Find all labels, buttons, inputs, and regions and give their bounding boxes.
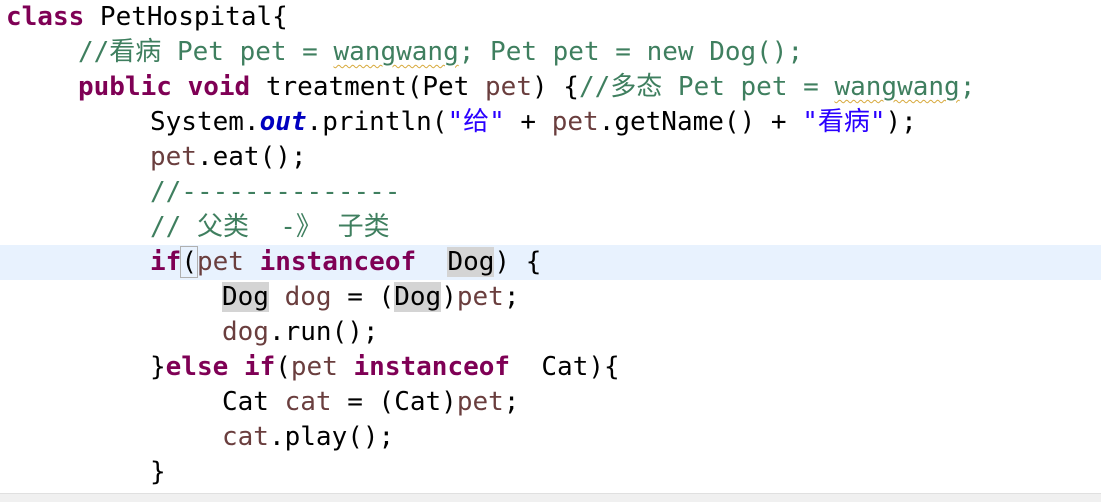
- code-token: );: [885, 107, 917, 137]
- code-token: pet: [456, 282, 504, 312]
- code-token: = (Cat): [331, 387, 457, 417]
- code-token: class: [6, 2, 85, 32]
- line-text: dog.run();: [222, 315, 379, 350]
- code-line[interactable]: public void treatment(Pet pet) {//多态 Pet…: [0, 70, 1101, 105]
- code-line[interactable]: System.out.println("给" + pet.getName() +…: [0, 105, 1101, 140]
- current-line-highlight[interactable]: if(pet instanceof Dog) {: [0, 245, 1101, 280]
- line-text: //--------------: [150, 175, 400, 210]
- horizontal-scrollbar[interactable]: [0, 493, 1101, 502]
- code-line[interactable]: pet.eat();: [0, 140, 1101, 175]
- code-token: Dog: [447, 247, 495, 277]
- code-token: .eat();: [196, 142, 307, 172]
- code-token: ;: [503, 387, 520, 417]
- code-editor[interactable]: class PetHospital{ //看病 Pet pet = wangwa…: [0, 0, 1101, 502]
- code-token: .println(: [306, 107, 448, 137]
- line-text: System.out.println("给" + pet.getName() +…: [150, 105, 917, 140]
- code-token: pet: [485, 72, 532, 102]
- code-token: .run();: [268, 317, 379, 347]
- line-text: }else if(pet instanceof Cat){: [150, 350, 620, 385]
- code-token: treatment(Pet: [250, 72, 486, 102]
- code-token: ) {: [494, 247, 542, 277]
- code-token: Dog: [222, 282, 269, 312]
- line-text: }: [150, 455, 166, 490]
- line-text: cat.play();: [222, 420, 394, 455]
- code-token: if: [243, 352, 276, 382]
- code-token: Cat){: [510, 352, 620, 382]
- line-text: Cat cat = (Cat)pet;: [222, 385, 519, 420]
- code-line[interactable]: // 父类 -》 子类: [0, 210, 1101, 245]
- code-token: dog: [284, 282, 332, 312]
- code-token: // 父类 -》 子类: [150, 212, 390, 242]
- code-token: cat: [222, 422, 269, 452]
- code-line[interactable]: //--------------: [0, 175, 1101, 210]
- code-token: ; Pet pet = new Dog();: [458, 37, 804, 67]
- code-token: }: [150, 352, 166, 382]
- code-token: void: [187, 72, 251, 102]
- code-line[interactable]: Cat cat = (Cat)pet;: [0, 385, 1101, 420]
- code-token: Dog: [394, 282, 442, 312]
- code-line[interactable]: class PetHospital{: [0, 0, 1101, 35]
- code-token: "看病": [802, 107, 886, 137]
- line-text: // 父类 -》 子类: [150, 210, 390, 245]
- line-text: class PetHospital{: [6, 0, 288, 35]
- code-token: ;: [503, 282, 520, 312]
- code-line[interactable]: cat.play();: [0, 420, 1101, 455]
- code-token: else: [165, 352, 229, 382]
- code-token: instanceof: [353, 352, 511, 382]
- code-token: .getName() +: [598, 107, 803, 137]
- code-token: pet: [456, 387, 504, 417]
- code-line[interactable]: }else if(pet instanceof Cat){: [0, 350, 1101, 385]
- code-token: //--------------: [150, 177, 401, 207]
- code-token: PetHospital{: [84, 2, 288, 32]
- code-token: "给": [447, 107, 505, 137]
- code-line[interactable]: dog.run();: [0, 315, 1101, 350]
- code-line[interactable]: }: [0, 455, 1101, 490]
- code-token: (: [180, 246, 198, 278]
- line-text: public void treatment(Pet pet) {//多态 Pet…: [78, 70, 975, 105]
- code-token: instanceof: [259, 247, 417, 277]
- code-token: pet: [196, 247, 244, 277]
- code-token: ) {: [531, 72, 579, 102]
- code-token: pet: [290, 352, 338, 382]
- code-token: ;: [959, 72, 976, 102]
- code-token: dog: [222, 317, 269, 347]
- code-token: +: [504, 107, 552, 137]
- line-text: if(pet instanceof Dog) {: [150, 245, 541, 280]
- code-token: wangwang: [333, 37, 459, 67]
- code-token: public: [78, 72, 172, 102]
- code-token: = (: [331, 282, 395, 312]
- code-token: .play();: [268, 422, 395, 452]
- code-token: cat: [284, 387, 332, 417]
- code-token: (: [275, 352, 291, 382]
- code-line[interactable]: Dog dog = (Dog)pet;: [0, 280, 1101, 315]
- code-token: if: [150, 247, 182, 277]
- code-line[interactable]: //看病 Pet pet = wangwang; Pet pet = new D…: [0, 35, 1101, 70]
- line-text: pet.eat();: [150, 140, 307, 175]
- code-token: System.: [150, 107, 260, 137]
- code-token: pet: [150, 142, 197, 172]
- code-token: wangwang: [834, 72, 960, 102]
- code-token: Cat: [222, 387, 285, 417]
- code-token: pet: [551, 107, 599, 137]
- code-token: ): [441, 282, 457, 312]
- code-token: }: [150, 457, 166, 487]
- code-token: //看病 Pet pet =: [78, 37, 334, 67]
- line-text: Dog dog = (Dog)pet;: [222, 280, 519, 315]
- code-token: //多态 Pet pet =: [578, 72, 835, 102]
- line-text: //看病 Pet pet = wangwang; Pet pet = new D…: [78, 35, 803, 70]
- code-token: out: [259, 107, 307, 137]
